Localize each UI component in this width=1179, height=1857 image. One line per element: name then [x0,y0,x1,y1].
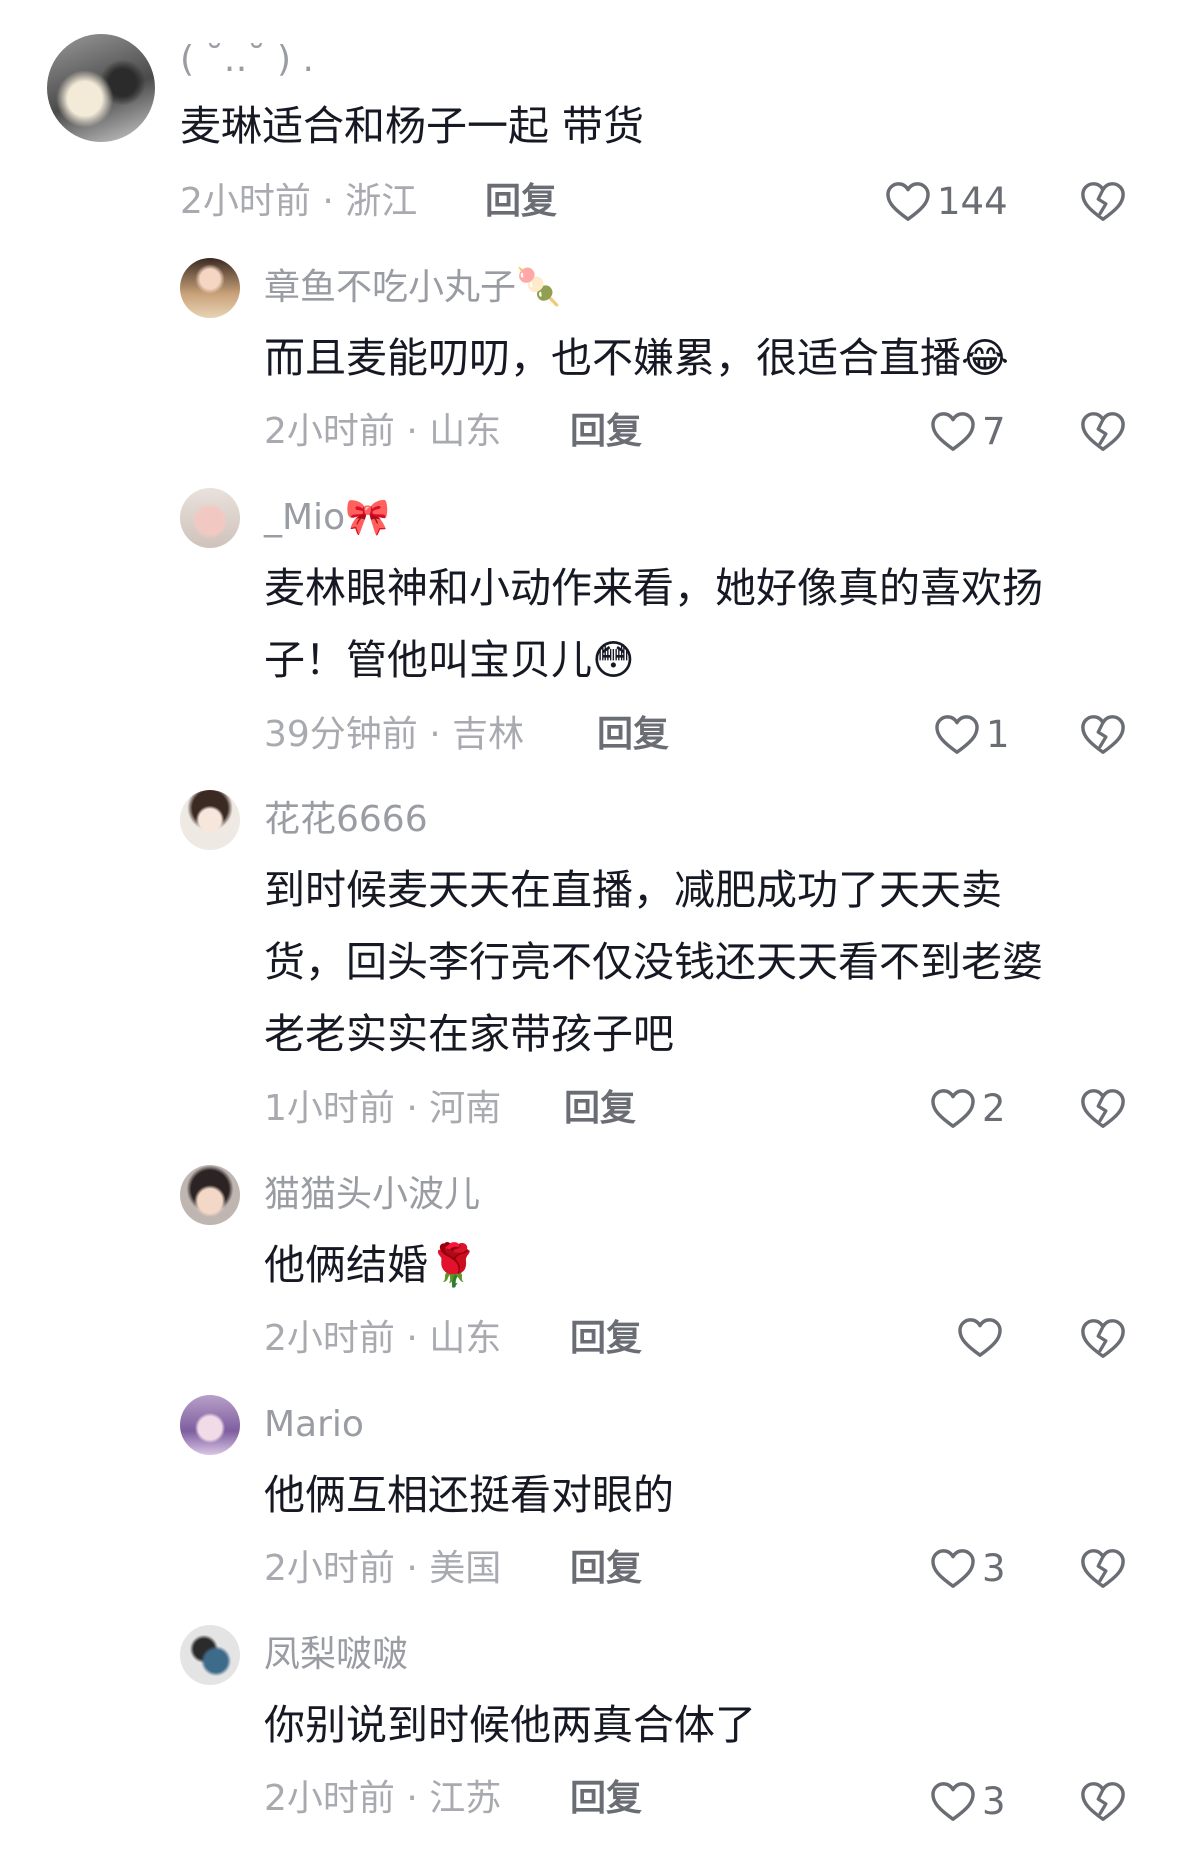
avatar[interactable] [180,790,240,850]
comment-text: 他俩互相还挺看对眼的 [264,1471,674,1519]
broken-heart-icon[interactable] [1080,1087,1126,1131]
comment-username[interactable]: ( ˘‥˘ ) . [180,38,314,82]
avatar[interactable] [180,1165,240,1225]
heart-outline-icon [934,714,980,756]
reply-button[interactable]: 回复 [564,1087,636,1131]
reply-button[interactable]: 回复 [570,1777,642,1821]
comment-text: 货，回头李行亮不仅没钱还天天看不到老婆 [264,938,1043,986]
avatar[interactable] [47,34,155,142]
heart-outline-icon [930,1548,976,1590]
like-count: 3 [982,1780,1006,1823]
like-button[interactable]: 144 [885,180,1008,224]
avatar[interactable] [180,1395,240,1455]
avatar[interactable] [180,1625,240,1685]
comment-text: 麦林眼神和小动作来看，她好像真的喜欢扬 [264,564,1043,612]
avatar[interactable] [180,258,240,318]
comment-meta: 2小时前 · 山东 [264,411,502,452]
heart-outline-icon [957,1317,1003,1359]
comment-meta: 2小时前 · 浙江 [180,181,418,222]
comment-username[interactable]: 章鱼不吃小丸子🍡 [264,266,561,310]
comment-text: 到时候麦天天在直播，减肥成功了天天卖 [264,866,1002,914]
comment-text: 麦琳适合和杨子一起 带货 [180,102,645,150]
broken-heart-icon[interactable] [1080,410,1126,454]
heart-outline-icon [930,411,976,453]
broken-heart-icon[interactable] [1080,1317,1126,1361]
comment-meta: 1小时前 · 河南 [264,1088,502,1129]
comment-username[interactable]: _Mio🎀 [264,496,390,540]
comment-username[interactable]: 猫猫头小波儿 [264,1173,480,1217]
comment-meta: 2小时前 · 山东 [264,1318,502,1359]
comment-text: 他俩结婚🌹 [264,1241,480,1289]
comment-username[interactable]: Mario [264,1403,364,1447]
comment-username[interactable]: 凤梨啵啵 [264,1633,408,1677]
comment-text: 你别说到时候他两真合体了 [264,1701,756,1749]
comment-username[interactable]: 花花6666 [264,798,428,842]
like-button[interactable] [957,1317,1009,1359]
like-count: 144 [937,180,1008,223]
like-button[interactable]: 2 [930,1087,1006,1131]
heart-outline-icon [930,1088,976,1130]
broken-heart-icon[interactable] [1080,1547,1126,1591]
reply-button[interactable]: 回复 [570,1317,642,1361]
like-button[interactable]: 3 [930,1780,1006,1824]
comment-text: 子！管他叫宝贝儿😳 [264,636,635,684]
reply-button[interactable]: 回复 [485,180,557,224]
broken-heart-icon[interactable] [1080,713,1126,757]
like-button[interactable]: 3 [930,1547,1006,1591]
reply-button[interactable]: 回复 [570,1547,642,1591]
comment-meta: 2小时前 · 美国 [264,1548,502,1589]
like-button[interactable]: 7 [930,410,1006,454]
avatar[interactable] [180,488,240,548]
like-count: 7 [982,410,1006,453]
comment-text: 而且麦能叨叨，也不嫌累，很适合直播😂 [264,334,1009,382]
like-count: 2 [982,1087,1006,1130]
reply-button[interactable]: 回复 [570,410,642,454]
broken-heart-icon[interactable] [1080,1780,1126,1824]
heart-outline-icon [930,1781,976,1823]
broken-heart-icon[interactable] [1080,180,1126,224]
like-count: 3 [982,1547,1006,1590]
like-button[interactable]: 1 [934,713,1010,757]
like-count: 1 [986,713,1010,756]
comment-text: 老老实实在家带孩子吧 [264,1010,674,1058]
heart-outline-icon [885,181,931,223]
reply-button[interactable]: 回复 [597,713,669,757]
comment-meta: 39分钟前 · 吉林 [264,714,525,755]
comment-meta: 2小时前 · 江苏 [264,1778,502,1819]
